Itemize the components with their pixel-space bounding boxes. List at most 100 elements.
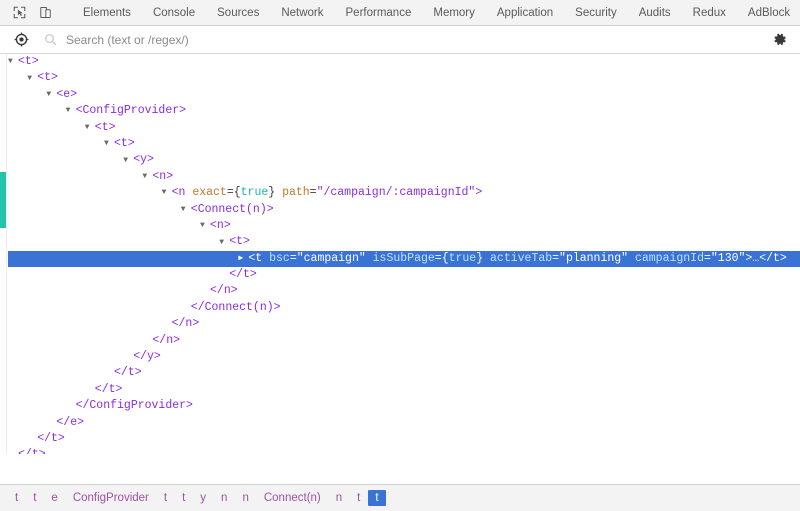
tree-row[interactable]: </y > <box>8 349 800 365</box>
token-tag: ConfigProvider <box>89 399 187 413</box>
tree-row-content: <n exact={true} path="/campaign/:campaig… <box>162 185 483 201</box>
inspect-element-icon[interactable] <box>6 2 32 24</box>
chevron-down-icon[interactable] <box>8 58 18 66</box>
search-input[interactable] <box>60 26 768 53</box>
tree-scrollbar-thumb[interactable] <box>0 172 6 228</box>
tree-row[interactable]: </Connect(n) > <box>8 300 800 316</box>
tab-memory[interactable]: Memory <box>422 0 486 25</box>
token-punct: > <box>31 55 39 68</box>
tree-row-content: <t> <box>85 120 116 136</box>
tree-row[interactable]: <t> <box>8 54 800 70</box>
tree-row[interactable]: <y> <box>8 152 800 168</box>
chevron-down-icon[interactable] <box>46 91 56 99</box>
tree-row[interactable]: </n > <box>8 333 800 349</box>
tree-row-content: </t> <box>114 365 142 381</box>
tab-audits[interactable]: Audits <box>628 0 682 25</box>
tree-row[interactable]: <t> <box>8 234 800 250</box>
tab-sources[interactable]: Sources <box>206 0 270 25</box>
breadcrumb-item[interactable]: y <box>193 490 213 506</box>
breadcrumb-item[interactable]: ConfigProvider <box>66 490 156 506</box>
tab-elements[interactable]: Elements <box>72 0 142 25</box>
token-punct: </ <box>229 268 243 282</box>
chevron-down-icon[interactable] <box>142 173 152 181</box>
breadcrumb-item[interactable]: t <box>350 490 367 506</box>
chevron-down-icon[interactable] <box>181 206 191 214</box>
tree-row[interactable]: </t> <box>8 447 800 454</box>
token-attr: isSubPage <box>372 251 435 265</box>
breadcrumb-item[interactable]: t <box>8 490 25 506</box>
tab-label: Performance <box>345 6 412 19</box>
tree-row[interactable]: </t> <box>8 267 800 283</box>
tab-adblock[interactable]: AdBlock <box>737 0 800 25</box>
tree-row[interactable]: </n > <box>8 283 800 299</box>
devtools-toolbar-icons <box>0 0 72 25</box>
breadcrumb-item[interactable]: n <box>214 490 234 506</box>
breadcrumb-item[interactable]: Connect(n) <box>257 490 328 506</box>
token-tag: n <box>178 186 186 200</box>
tree-row[interactable]: </t> <box>8 382 800 398</box>
tree-row[interactable]: </t> <box>8 365 800 381</box>
token-tag: t <box>24 55 32 68</box>
tree-row-selected[interactable]: <t bsc="campaign" isSubPage={true} activ… <box>8 250 800 268</box>
token-tag: n <box>166 333 174 347</box>
tree-row[interactable]: <n exact={true} path="/campaign/:campaig… <box>8 185 800 201</box>
token-dots: … <box>752 251 760 265</box>
breadcrumb-item[interactable]: t <box>368 490 386 506</box>
token-attr: bsc <box>269 251 290 265</box>
tree-row[interactable]: <n> <box>8 218 800 234</box>
tab-console[interactable]: Console <box>142 0 206 25</box>
tree-row[interactable]: </t> <box>8 431 800 447</box>
tab-performance[interactable]: Performance <box>335 0 423 25</box>
tree-row[interactable]: <t> <box>8 120 800 136</box>
tree-row[interactable]: <ConfigProvider> <box>8 103 800 119</box>
tab-security[interactable]: Security <box>564 0 628 25</box>
chevron-down-icon[interactable] <box>104 140 114 148</box>
breadcrumb-item[interactable]: n <box>235 490 255 506</box>
tab-redux[interactable]: Redux <box>682 0 737 25</box>
token-tag: t <box>32 447 39 454</box>
tree-scrollbar-track[interactable] <box>0 54 7 454</box>
breadcrumb-item[interactable]: t <box>26 490 43 506</box>
breadcrumb-item[interactable]: t <box>157 490 174 506</box>
chevron-down-icon[interactable] <box>66 107 76 115</box>
breadcrumb-item[interactable]: e <box>44 490 64 506</box>
tree-row[interactable]: </ConfigProvider > <box>8 398 800 414</box>
tree-row-content: </t> <box>37 431 65 447</box>
tree-row[interactable]: </e > <box>8 415 800 431</box>
chevron-down-icon[interactable] <box>162 189 172 197</box>
crosshair-target-icon[interactable] <box>8 27 34 53</box>
tree-row[interactable]: <t> <box>8 136 800 152</box>
chevron-down-icon[interactable] <box>123 157 133 165</box>
token-punct: > <box>39 447 46 454</box>
search-icon-glyph <box>44 34 56 46</box>
tree-row[interactable]: <e> <box>8 87 800 103</box>
token-brace <box>483 251 490 267</box>
tab-application[interactable]: Application <box>486 0 564 25</box>
chevron-down-icon[interactable] <box>27 75 37 83</box>
token-tag: t <box>101 120 109 134</box>
device-toolbar-icon[interactable] <box>32 2 58 24</box>
tree-row[interactable]: </n > <box>8 316 800 332</box>
token-tag: n <box>185 317 193 331</box>
chevron-down-icon[interactable] <box>85 124 95 132</box>
token-brace: = <box>703 251 711 265</box>
breadcrumb-item[interactable]: t <box>175 490 192 506</box>
tab-network[interactable]: Network <box>270 0 334 25</box>
chevron-down-icon[interactable] <box>200 222 210 230</box>
chevron-down-icon[interactable] <box>219 239 229 247</box>
tree-row-content: <e> <box>46 87 77 103</box>
breadcrumb-item[interactable]: n <box>329 490 349 506</box>
token-punct: > <box>108 120 116 134</box>
tree-row[interactable]: <Connect(n)> <box>8 202 800 218</box>
token-brace <box>366 251 373 267</box>
token-punct: > <box>249 268 257 282</box>
token-tag: t <box>236 235 243 249</box>
token-str: "campaign" <box>296 251 366 265</box>
gear-icon[interactable] <box>768 27 792 53</box>
chevron-right-icon[interactable] <box>238 255 248 263</box>
tree-row[interactable]: <n> <box>8 169 800 185</box>
token-tag: t <box>120 136 128 150</box>
tree-row[interactable]: <t> <box>8 70 800 86</box>
token-brace <box>185 185 192 201</box>
token-punct: < <box>18 55 25 68</box>
